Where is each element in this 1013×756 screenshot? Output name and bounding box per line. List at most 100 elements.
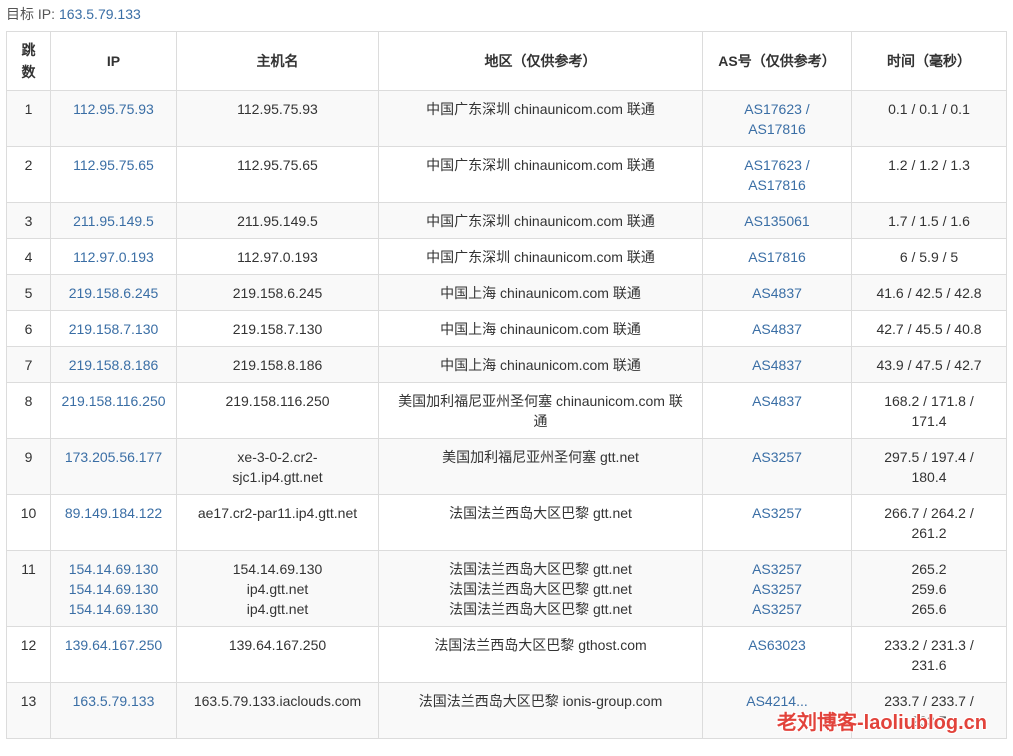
time-cell-line: 261.2 <box>911 525 947 541</box>
ip-cell-line[interactable]: 219.158.8.186 <box>55 355 172 375</box>
ip-cell-line[interactable]: 154.14.69.130 <box>55 559 172 579</box>
as-cell-line[interactable]: AS3257 <box>707 579 847 599</box>
as-cell-line[interactable]: AS3257 <box>707 447 847 467</box>
as-cell-line[interactable]: AS3257 <box>707 559 847 579</box>
ip-cell-line[interactable]: 89.149.184.122 <box>55 503 172 523</box>
time-cell-line: 1.7 / 1.5 / 1.6 <box>888 213 970 229</box>
ip-cell: 139.64.167.250 <box>50 626 177 683</box>
time-cell-line: 231.6 <box>911 657 947 673</box>
ip-cell-line[interactable]: 219.158.6.245 <box>55 283 172 303</box>
as-cell: AS4837 <box>702 346 852 383</box>
region-cell-line: 法国法兰西岛大区巴黎 gtt.net <box>449 561 632 577</box>
table-row: 6 219.158.7.130 219.158.7.130 中国上海 chinauni… <box>6 310 1007 347</box>
as-cell-line[interactable]: AS4837 <box>707 391 847 411</box>
region-cell: 中国上海 chinaunicom.com 联通 <box>378 274 703 311</box>
ip-cell-line[interactable]: 139.64.167.250 <box>55 635 172 655</box>
as-cell-line[interactable]: AS4837 <box>707 319 847 339</box>
hop-number: 8 <box>6 382 51 439</box>
ip-cell: 211.95.149.5 <box>50 202 177 239</box>
ip-cell-line[interactable]: 173.205.56.177 <box>55 447 172 467</box>
hostname-cell: 219.158.7.130 <box>176 310 379 347</box>
header-hop: 跳数 <box>6 31 51 91</box>
hop-number: 6 <box>6 310 51 347</box>
region-cell-line: 法国法兰西岛大区巴黎 ionis-group.com <box>418 693 663 709</box>
ip-cell-line[interactable]: 211.95.149.5 <box>55 211 172 231</box>
as-cell: AS3257 <box>702 494 852 551</box>
region-cell-line: 中国上海 chinaunicom.com 联通 <box>440 357 641 373</box>
ip-cell: 112.95.75.93 <box>50 90 177 147</box>
as-cell-line[interactable]: AS63023 <box>707 635 847 655</box>
target-ip-label: 目标 IP: <box>6 6 56 22</box>
ip-cell-line[interactable]: 112.95.75.65 <box>55 155 172 175</box>
time-cell: 1.2 / 1.2 / 1.3 <box>851 146 1007 203</box>
region-cell-line: 法国法兰西岛大区巴黎 gtt.net <box>449 601 632 617</box>
region-cell: 美国加利福尼亚州圣何塞 gtt.net <box>378 438 703 495</box>
hostname-cell-line: ip4.gtt.net <box>246 601 309 617</box>
as-cell-line[interactable]: AS3257 <box>707 599 847 619</box>
time-cell: 0.1 / 0.1 / 0.1 <box>851 90 1007 147</box>
region-cell: 法国法兰西岛大区巴黎 gtt.net <box>378 494 703 551</box>
hostname-cell-line: 219.158.6.245 <box>232 285 323 301</box>
ip-cell-line[interactable]: 154.14.69.130 <box>55 579 172 599</box>
hop-number: 2 <box>6 146 51 203</box>
ip-cell: 173.205.56.177 <box>50 438 177 495</box>
ip-cell-line[interactable]: 112.95.75.93 <box>55 99 172 119</box>
ip-cell-line[interactable]: 154.14.69.130 <box>55 599 172 619</box>
time-cell-line: 1.2 / 1.2 / 1.3 <box>888 157 970 173</box>
as-cell: AS17816 <box>702 238 852 275</box>
as-cell: AS4837 <box>702 310 852 347</box>
ip-cell: 219.158.116.250 <box>50 382 177 439</box>
ip-cell: 112.97.0.193 <box>50 238 177 275</box>
ip-cell-line[interactable]: 219.158.116.250 <box>55 391 172 411</box>
hostname-cell: 163.5.79.133.iaclouds.com <box>176 682 379 739</box>
hostname-cell-line: 219.158.116.250 <box>225 393 330 409</box>
region-cell: 中国上海 chinaunicom.com 联通 <box>378 346 703 383</box>
region-cell-line: 通 <box>533 413 548 429</box>
time-cell: 233.2 / 231.3 / 231.6 <box>851 626 1007 683</box>
time-cell-line: 6 / 5.9 / 5 <box>899 249 959 265</box>
hostname-cell-line: 211.95.149.5 <box>237 213 318 229</box>
ip-cell-line[interactable]: 219.158.7.130 <box>55 319 172 339</box>
hostname-cell: 112.97.0.193 <box>176 238 379 275</box>
hostname-cell-line: 163.5.79.133.iaclouds.com <box>193 693 362 709</box>
header-ip: IP <box>50 31 177 91</box>
as-cell-line[interactable]: AS135061 <box>707 211 847 231</box>
time-cell-line: 180.4 <box>911 469 947 485</box>
as-cell-line[interactable]: AS3257 <box>707 503 847 523</box>
ip-cell-line[interactable]: 112.97.0.193 <box>55 247 172 267</box>
hop-number: 12 <box>6 626 51 683</box>
as-cell: AS135061 <box>702 202 852 239</box>
as-cell-line[interactable]: AS4837 <box>707 355 847 375</box>
as-cell-line[interactable]: AS17816 <box>707 119 847 139</box>
ip-cell: 154.14.69.130 154.14.69.130 154.14.69.130 <box>50 550 177 627</box>
as-cell-line[interactable]: AS17623 / <box>707 99 847 119</box>
table-row: 10 89.149.184.122 ae17.cr2-par11.ip4.gtt.n… <box>6 494 1007 551</box>
hostname-cell-line: ip4.gtt.net <box>246 581 309 597</box>
as-cell-line[interactable]: AS4837 <box>707 283 847 303</box>
as-cell-line[interactable]: AS17816 <box>707 247 847 267</box>
table-row: 4 112.97.0.193 112.97.0.193 中国广东深圳 chinauni… <box>6 238 1007 275</box>
region-cell-line: 中国上海 chinaunicom.com 联通 <box>440 321 641 337</box>
as-cell: AS4837 <box>702 382 852 439</box>
hop-number: 9 <box>6 438 51 495</box>
region-cell: 法国法兰西岛大区巴黎 ionis-group.com <box>378 682 703 739</box>
table-row: 5 219.158.6.245 219.158.6.245 中国上海 chinauni… <box>6 274 1007 311</box>
as-cell-line[interactable]: AS17816 <box>707 175 847 195</box>
region-cell: 法国法兰西岛大区巴黎 gthost.com <box>378 626 703 683</box>
hop-number: 7 <box>6 346 51 383</box>
time-cell: 1.7 / 1.5 / 1.6 <box>851 202 1007 239</box>
hostname-cell-line: 219.158.7.130 <box>232 321 323 337</box>
header-time: 时间（毫秒） <box>851 31 1007 91</box>
watermark: 老刘博客-laoliublog.cn <box>777 712 987 734</box>
region-cell-line: 法国法兰西岛大区巴黎 gthost.com <box>434 637 647 653</box>
ip-cell-line[interactable]: 163.5.79.133 <box>55 691 172 711</box>
hostname-cell-line: 219.158.8.186 <box>232 357 323 373</box>
time-cell: 42.7 / 45.5 / 40.8 <box>851 310 1007 347</box>
time-cell: 41.6 / 42.5 / 42.8 <box>851 274 1007 311</box>
as-cell-line[interactable]: AS17623 / <box>707 155 847 175</box>
hop-number: 10 <box>6 494 51 551</box>
table-row: 2 112.95.75.65 112.95.75.65 中国广东深圳 chinauni… <box>6 146 1007 203</box>
hostname-cell: 219.158.8.186 <box>176 346 379 383</box>
time-cell-line: 297.5 / 197.4 / <box>884 449 974 465</box>
hostname-cell: ae17.cr2-par11.ip4.gtt.net <box>176 494 379 551</box>
